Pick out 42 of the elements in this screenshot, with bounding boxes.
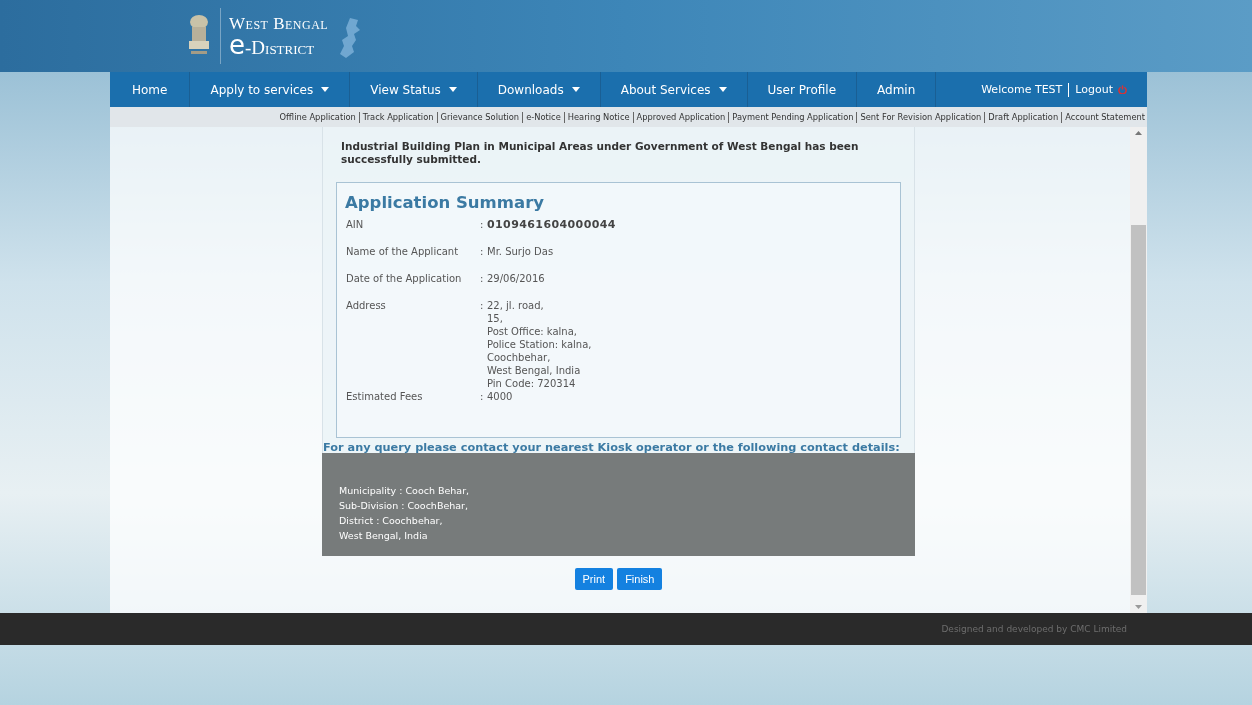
colon-text: : [480,245,485,258]
site-subtitle: -District [245,36,315,58]
colon-text: : [480,390,485,403]
summary-title: Application Summary [345,193,546,212]
contact-details: Municipality : Cooch Behar, Sub-Division : CoochBehar, District : Coochbehar, West Bengal, India [339,484,470,543]
caret-icon [571,87,580,92]
field-value: 0109461604000044 [487,218,616,231]
sub-nav-link[interactable]: Account Statement [1065,112,1145,122]
sub-nav-link[interactable]: Approved Application [636,112,726,122]
sub-nav-link[interactable]: Hearing Notice [567,112,630,122]
field-label: Name of the Applicant [345,245,460,258]
sub-nav-link[interactable]: Grievance Solution [440,112,520,122]
caret-icon [718,87,727,92]
power-icon [1118,85,1127,94]
success-message: Industrial Building Plan in Municipal Areas under Government of West Bengal has been successfully submitted. [341,140,860,166]
colon-text: : [480,218,485,231]
field-value: Mr. Surjo Das [487,245,554,258]
field-label: Estimated Fees [345,390,424,403]
sub-nav-link[interactable]: Offline Application [279,112,356,122]
field-label: Address [345,299,387,313]
field-value: 22, jl. road, 15, Post Office: kalna, Police Station: kalna, Coochbehar, West Bengal, India Pin Code: 720314 [487,299,592,390]
caret-icon [321,87,330,92]
site-title: West Bengal [229,14,329,32]
site-title-letter: e [229,29,245,60]
action-button[interactable]: Finish [617,568,663,590]
field-label: AIN [345,218,365,231]
caret-icon [448,87,457,92]
sub-nav-link[interactable]: Sent For Revision Application [860,112,982,122]
colon-text: : [480,299,485,313]
field-label: Date of the Application [345,272,463,285]
colon-text: : [480,272,485,285]
logout-link[interactable]: Logout [1075,83,1127,96]
contact-heading: For any query please contact your nearest Kiosk operator or the following contact details: [323,441,901,454]
sub-nav-link[interactable]: Payment Pending Application [732,112,854,122]
sub-nav-link[interactable]: e-Notice [526,112,561,122]
action-button[interactable]: Print [574,568,614,590]
welcome-text: Welcome TEST [981,83,1063,96]
sub-nav-link[interactable]: Draft Application [988,112,1059,122]
emblem-icon [186,13,212,55]
field-value: 4000 [487,390,513,403]
field-value: 29/06/2016 [487,272,545,285]
sub-nav-link[interactable]: Track Application [362,112,434,122]
